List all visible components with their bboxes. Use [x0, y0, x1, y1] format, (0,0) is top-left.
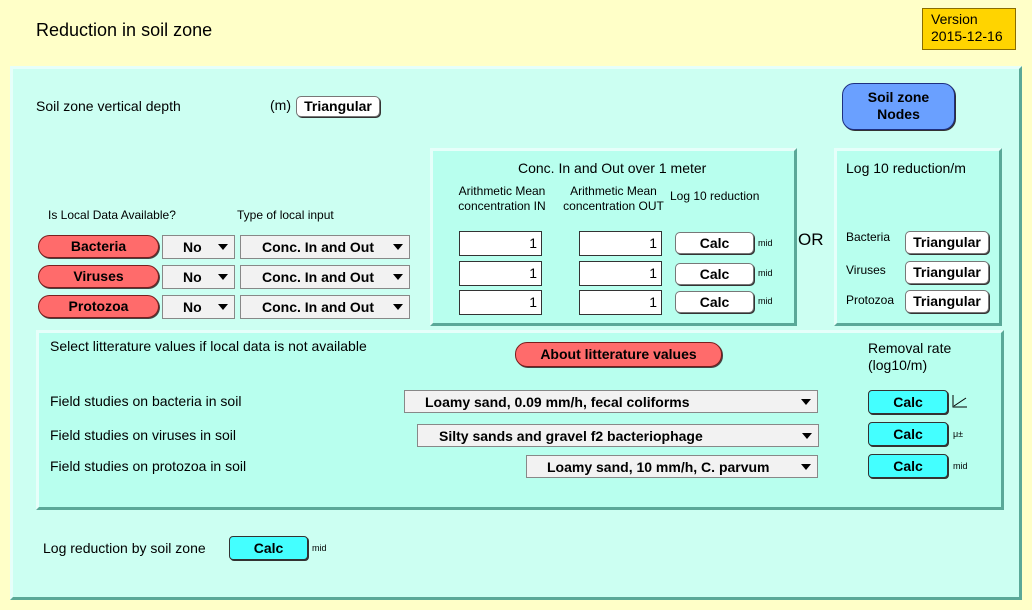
bacteria-type-select[interactable]: Conc. In and Out: [240, 235, 410, 259]
or-label: OR: [798, 230, 824, 249]
calc-button-total[interactable]: Calc: [229, 536, 308, 560]
calc-button-viruses-rate[interactable]: Calc: [868, 422, 948, 446]
conc-in-header: Arithmetic Mean concentration IN: [450, 184, 554, 214]
mid-tag: mid: [758, 238, 773, 248]
field-label-bacteria: Field studies on bacteria in soil: [50, 393, 242, 409]
mid-tag: mid: [953, 461, 968, 471]
protozoa-available-value: No: [183, 299, 202, 315]
literature-instruction: Select litterature values if local data …: [50, 338, 367, 354]
removal-rate-label-line1: Removal rate: [868, 340, 952, 356]
chevron-down-icon: [801, 464, 811, 470]
page-title: Reduction in soil zone: [36, 20, 213, 40]
log-triangular-button-bacteria[interactable]: Triangular: [905, 231, 989, 254]
conc-in-header-line2: concentration IN: [458, 199, 546, 213]
bacteria-literature-value: Loamy sand, 0.09 mm/h, fecal coliforms: [425, 394, 690, 410]
calc-button-bacteria-rate[interactable]: Calc: [868, 390, 948, 414]
bacteria-available-select[interactable]: No: [162, 235, 235, 259]
viruses-type-select[interactable]: Conc. In and Out: [240, 265, 410, 289]
log-label-bacteria: Bacteria: [846, 230, 891, 244]
conc-in-header-line1: Arithmetic Mean: [458, 184, 546, 198]
protozoa-literature-select[interactable]: Loamy sand, 10 mm/h, C. parvum: [526, 455, 818, 478]
log-reduction-title: Log 10 reduction/m: [846, 160, 966, 176]
removal-rate-label: Removal rate (log10/m): [868, 340, 951, 374]
bacteria-literature-select[interactable]: Loamy sand, 0.09 mm/h, fecal coliforms: [404, 390, 818, 413]
field-label-protozoa: Field studies on protozoa in soil: [50, 458, 247, 474]
conc-panel-title: Conc. In and Out over 1 meter: [518, 160, 707, 176]
viruses-literature-select[interactable]: Silty sands and gravel f2 bacteriophage: [417, 424, 819, 447]
protozoa-available-select[interactable]: No: [162, 295, 235, 319]
about-literature-button[interactable]: About litterature values: [515, 342, 722, 367]
mid-tag: mid: [758, 268, 773, 278]
conc-out-field-viruses[interactable]: 1: [579, 261, 662, 286]
bacteria-button[interactable]: Bacteria: [38, 235, 159, 258]
soil-zone-nodes-button[interactable]: Soil zone Nodes: [842, 83, 955, 130]
log-triangular-button-viruses[interactable]: Triangular: [905, 261, 989, 284]
version-date: 2015-12-16: [931, 28, 1003, 44]
conc-log-header: Log 10 reduction: [670, 189, 760, 203]
conc-out-field-protozoa[interactable]: 1: [579, 290, 662, 315]
chevron-down-icon: [218, 304, 228, 310]
field-label-viruses: Field studies on viruses in soil: [50, 427, 236, 443]
viruses-type-value: Conc. In and Out: [262, 269, 374, 285]
bacteria-available-value: No: [183, 239, 202, 255]
log-triangular-button-protozoa[interactable]: Triangular: [905, 290, 989, 313]
viruses-literature-value: Silty sands and gravel f2 bacteriophage: [439, 428, 703, 444]
depth-triangular-button[interactable]: Triangular: [296, 96, 380, 117]
conc-out-header-line2: concentration OUT: [563, 199, 664, 213]
protozoa-type-value: Conc. In and Out: [262, 299, 374, 315]
mid-tag: mid: [758, 296, 773, 306]
calc-button-conc-viruses[interactable]: Calc: [675, 263, 754, 285]
depth-unit: (m): [270, 97, 291, 113]
conc-out-field-bacteria[interactable]: 1: [579, 231, 662, 256]
chevron-down-icon: [218, 244, 228, 250]
log-label-viruses: Viruses: [846, 263, 886, 277]
local-available-label: Is Local Data Available?: [48, 208, 176, 222]
chevron-down-icon: [218, 274, 228, 280]
calc-button-conc-protozoa[interactable]: Calc: [675, 291, 754, 313]
conc-out-header-line1: Arithmetic Mean: [570, 184, 657, 198]
chevron-down-icon: [802, 433, 812, 439]
mid-tag: mid: [312, 543, 327, 553]
soil-zone-nodes-line2: Nodes: [877, 106, 920, 122]
version-label: Version: [931, 11, 978, 27]
conc-in-field-protozoa[interactable]: 1: [459, 290, 542, 315]
removal-rate-label-line2: (log10/m): [868, 357, 928, 373]
log-reduction-total-label: Log reduction by soil zone: [43, 540, 206, 556]
calc-button-conc-bacteria[interactable]: Calc: [675, 232, 754, 254]
protozoa-literature-value: Loamy sand, 10 mm/h, C. parvum: [547, 459, 770, 475]
viruses-available-value: No: [183, 269, 202, 285]
trend-line-icon: [952, 395, 967, 408]
version-badge: Version 2015-12-16: [922, 8, 1016, 50]
log-label-protozoa: Protozoa: [846, 293, 895, 307]
protozoa-button[interactable]: Protozoa: [38, 295, 159, 318]
depth-label: Soil zone vertical depth: [36, 98, 181, 114]
local-type-label: Type of local input: [237, 208, 334, 222]
chevron-down-icon: [801, 399, 811, 405]
mu-sigma-tag: μ±: [953, 429, 964, 439]
chevron-down-icon: [393, 244, 403, 250]
conc-in-field-bacteria[interactable]: 1: [459, 231, 542, 256]
viruses-available-select[interactable]: No: [162, 265, 235, 289]
soil-zone-nodes-line1: Soil zone: [867, 89, 930, 105]
viruses-button[interactable]: Viruses: [38, 265, 159, 288]
protozoa-type-select[interactable]: Conc. In and Out: [240, 295, 410, 319]
calc-button-protozoa-rate[interactable]: Calc: [868, 454, 948, 478]
chevron-down-icon: [393, 274, 403, 280]
conc-in-field-viruses[interactable]: 1: [459, 261, 542, 286]
conc-out-header: Arithmetic Mean concentration OUT: [556, 184, 671, 214]
chevron-down-icon: [393, 304, 403, 310]
bacteria-type-value: Conc. In and Out: [262, 239, 374, 255]
